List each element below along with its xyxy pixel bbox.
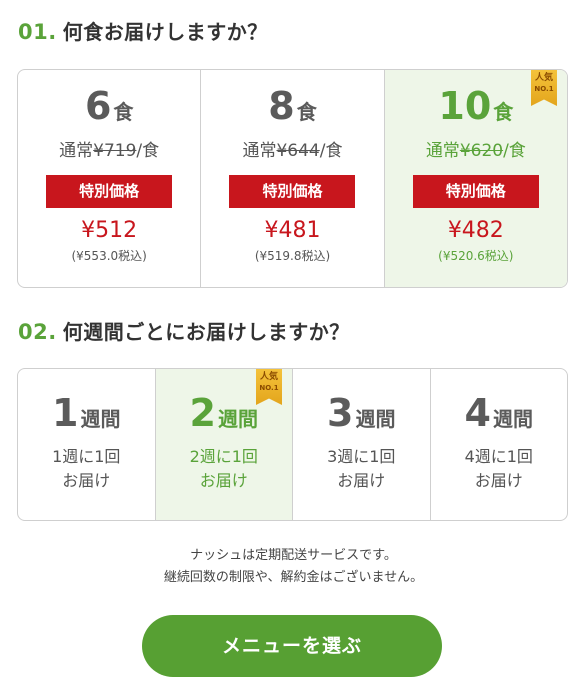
frequency-weeks: 4 週間 [464, 391, 533, 435]
section2-title: 02. 何週間ごとにお届けしますか？ [18, 316, 350, 345]
note-line-1: ナッシュは定期配送サービスです。 [190, 548, 397, 563]
section1-number: 01. [18, 20, 57, 44]
frequency-weeks: 3 週間 [327, 391, 396, 435]
price: ¥482 [447, 218, 504, 243]
meal-option-10[interactable]: 人気 NO.1 10 食 通常¥620/食 特別価格 ¥482 (¥520.6税込) [384, 70, 567, 287]
special-price-label: 特別価格 [46, 175, 173, 208]
choose-menu-button[interactable]: メニューを選ぶ [142, 615, 442, 677]
frequency-option-1-week[interactable]: 1 週間 1週に1回 お届け [18, 369, 156, 520]
frequency-description: 2週に1回 お届け [189, 447, 258, 490]
normal-price: 通常¥719/食 [59, 141, 160, 161]
meal-option-8[interactable]: 8食 通常¥644/食 特別価格 ¥481 (¥519.8税込) [201, 70, 385, 287]
frequency-option-4-week[interactable]: 4 週間 4週に1回 お届け [431, 369, 568, 520]
frequency-description: 3週に1回 お届け [327, 447, 396, 490]
section2-number: 02. [18, 320, 57, 344]
tax-included-price: (¥553.0税込) [71, 249, 147, 263]
meal-count: 8食 [268, 84, 317, 128]
tax-included-price: (¥520.6税込) [438, 249, 514, 263]
meal-count: 6食 [84, 84, 134, 128]
frequency-description: 4週に1回 お届け [464, 447, 533, 490]
normal-price: 通常¥644/食 [242, 141, 343, 161]
delivery-frequency-options: 1 週間 1週に1回 お届け 人気 NO.1 2 週間 2週に1回 お届け 3 週間 3週に… [17, 368, 568, 521]
price: ¥481 [264, 218, 321, 243]
special-price-label: 特別価格 [229, 175, 356, 208]
section1-heading: 何食お届けしますか？ [62, 20, 268, 44]
subscription-note: ナッシュは定期配送サービスです。 継続回数の制限や、解約金はございません。 [0, 545, 587, 589]
frequency-option-2-week[interactable]: 人気 NO.1 2 週間 2週に1回 お届け [155, 369, 293, 520]
section2-heading: 何週間ごとにお届けしますか？ [62, 320, 350, 344]
frequency-weeks: 1 週間 [52, 391, 121, 435]
normal-price: 通常¥620/食 [425, 141, 526, 161]
meal-option-6[interactable]: 6食 通常¥719/食 特別価格 ¥512 (¥553.0税込) [18, 70, 202, 287]
note-line-2: 継続回数の制限や、解約金はございません。 [163, 570, 424, 585]
meal-count-options: 6食 通常¥719/食 特別価格 ¥512 (¥553.0税込) 8食 通常¥6… [17, 69, 568, 288]
tax-included-price: (¥519.8税込) [254, 249, 331, 263]
frequency-description: 1週に1回 お届け [52, 447, 121, 490]
price: ¥512 [81, 218, 138, 243]
section1-title: 01. 何食お届けしますか？ [18, 16, 268, 45]
frequency-option-3-week[interactable]: 3 週間 3週に1回 お届け [293, 369, 431, 520]
special-price-label: 特別価格 [412, 175, 539, 208]
